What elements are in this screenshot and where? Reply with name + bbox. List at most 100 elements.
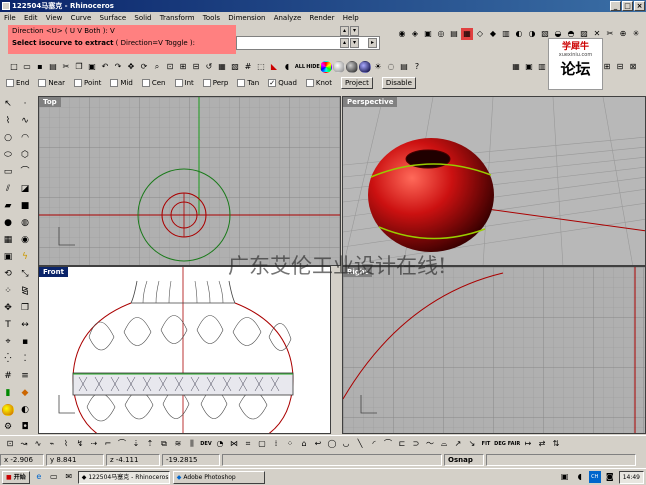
adjust-seam-icon[interactable]: ↯ [74, 438, 86, 450]
dim-tool-icon[interactable]: ↔ [19, 319, 31, 331]
insert-knot-icon[interactable]: ↗ [452, 438, 464, 450]
curve-tools-icon[interactable]: ⊡ [4, 438, 16, 450]
viewport-right[interactable]: Right [342, 266, 646, 434]
grid-tool-icon[interactable]: # [2, 370, 14, 382]
command-menu-arrow[interactable]: ▸ [368, 38, 377, 48]
match-icon[interactable]: ⌇ [60, 438, 72, 450]
layers-tool-icon[interactable]: ≡ [19, 370, 31, 382]
blend-icon[interactable]: ◆ [487, 28, 499, 40]
wave-icon[interactable]: 〜 [424, 438, 436, 450]
history-scroll-up-button[interactable]: ▴ [340, 38, 349, 48]
material-icon[interactable]: ▥ [536, 61, 548, 73]
reverse-icon[interactable]: ⇄ [536, 438, 548, 450]
intersect-icon[interactable]: ⋈ [228, 438, 240, 450]
rebuild-icon[interactable]: ⌁ [46, 438, 58, 450]
menu-surface[interactable]: Surface [100, 14, 127, 22]
select-all-button[interactable]: ALL [294, 61, 306, 73]
bars-chart-icon[interactable]: ▮ [2, 387, 14, 399]
status-layer[interactable] [222, 454, 442, 466]
hook-icon[interactable]: ⌒ [382, 438, 394, 450]
osnap-checkbox[interactable] [38, 79, 47, 87]
revolve-icon[interactable]: ◑ [526, 28, 538, 40]
menu-file[interactable]: File [4, 14, 16, 22]
points-off-icon[interactable]: ⁚ [19, 353, 31, 365]
properties-icon[interactable]: ▤ [398, 61, 410, 73]
arc-icon[interactable]: ◠ [19, 132, 31, 144]
osnap-checkbox[interactable] [237, 79, 246, 87]
menu-tools[interactable]: Tools [203, 14, 220, 22]
rectangle-icon[interactable]: ▭ [2, 166, 14, 178]
tray-network-icon[interactable]: ▣ [559, 471, 571, 483]
mirror-icon[interactable]: ⧎ [19, 285, 31, 297]
mesh-tool-icon[interactable]: ▦ [2, 234, 14, 246]
dev-button[interactable]: DEV [200, 438, 212, 450]
extrude-surface-icon[interactable]: ▰ [2, 200, 14, 212]
camera-icon[interactable]: ◘ [19, 421, 31, 433]
block-tool-icon[interactable]: ▪ [19, 336, 31, 348]
surface-corner-icon[interactable]: ◪ [19, 183, 31, 195]
contour-icon[interactable]: ≋ [172, 438, 184, 450]
minimize-button[interactable]: _ [610, 1, 621, 11]
boolean-icon[interactable]: ◍ [19, 217, 31, 229]
analyze-tool-icon[interactable]: ⌖ [2, 336, 14, 348]
chamfer-icon[interactable]: ⌐ [102, 438, 114, 450]
osnap-checkbox[interactable] [6, 79, 14, 87]
smooth-icon[interactable]: ∿ [32, 438, 44, 450]
viewport-perspective[interactable]: Perspective [342, 96, 646, 266]
osnap-perp[interactable]: Perp [202, 79, 228, 87]
loft-icon[interactable]: ▥ [500, 28, 512, 40]
open-file-icon[interactable]: ▭ [21, 61, 33, 73]
select-all-icon[interactable]: ⬚ [255, 61, 267, 73]
text-tool-icon[interactable]: T [2, 319, 14, 331]
help-icon[interactable]: ? [411, 61, 423, 73]
command-prompt[interactable]: Select isocurve to extract ( Direction=V… [12, 39, 195, 47]
menu-view[interactable]: View [46, 14, 63, 22]
remove-knot-icon[interactable]: ↘ [466, 438, 478, 450]
paste-icon[interactable]: ▣ [86, 61, 98, 73]
cut-icon[interactable]: ✂ [60, 61, 72, 73]
blend-curve-icon[interactable]: ⌒ [116, 438, 128, 450]
mesh-sphere-icon[interactable]: ◉ [19, 234, 31, 246]
tube-icon[interactable]: ◎ [435, 28, 447, 40]
menu-solid[interactable]: Solid [134, 14, 151, 22]
curve-icon[interactable]: ∿ [19, 115, 31, 127]
array-icon[interactable]: ⁘ [2, 285, 14, 297]
right-view-canvas[interactable] [343, 267, 646, 434]
fair-button[interactable]: FAIR [508, 438, 520, 450]
split-icon[interactable]: ✂ [604, 28, 616, 40]
line-tool-icon[interactable]: ╲ [354, 438, 366, 450]
isocurve-icon[interactable]: ⌗ [242, 438, 254, 450]
osnap-end[interactable]: End [6, 79, 29, 87]
edit-points-icon[interactable]: ↝ [18, 438, 30, 450]
silhouette-icon[interactable]: ◔ [214, 438, 226, 450]
explode-icon[interactable]: ✳ [630, 28, 642, 40]
pan-icon[interactable]: ✥ [125, 61, 137, 73]
point-icon[interactable]: · [19, 98, 31, 110]
close-curve-icon[interactable]: ◯ [326, 438, 338, 450]
shade-icon[interactable]: ◖ [281, 61, 293, 73]
fillet-tool-icon[interactable]: ⌓ [438, 438, 450, 450]
quick-launch-desktop-icon[interactable]: ▭ [48, 471, 60, 483]
ellipse-icon[interactable]: ⬭ [2, 149, 14, 161]
maximize-button[interactable]: □ [622, 1, 633, 11]
cylinder-icon[interactable]: ◉ [396, 28, 408, 40]
viewport-front[interactable]: Front [38, 266, 331, 434]
taskbar-photoshop[interactable]: ◆ Adobe Photoshop [172, 470, 265, 484]
environment-icon[interactable]: ◐ [19, 404, 31, 416]
duplicate-edge-icon[interactable]: ⧉ [158, 438, 170, 450]
render-ball-icon[interactable] [2, 404, 14, 416]
polyline-icon[interactable]: ⌇ [2, 115, 14, 127]
extrude-icon[interactable]: ▤ [448, 28, 460, 40]
osnap-project-button[interactable]: Project [340, 77, 373, 89]
section-icon[interactable]: ⫼ [186, 438, 198, 450]
menu-transform[interactable]: Transform [160, 14, 195, 22]
osnap-knot[interactable]: Knot [305, 79, 332, 87]
simplify-icon[interactable]: ↦ [522, 438, 534, 450]
lock-icon[interactable]: ⊠ [627, 61, 639, 73]
mesh-icon[interactable]: ▦ [510, 61, 522, 73]
lightning-icon[interactable]: ϟ [19, 251, 31, 263]
render-icon[interactable]: ▣ [523, 61, 535, 73]
zoom-extents-icon[interactable]: ⊞ [177, 61, 189, 73]
car-icon[interactable]: ◣ [268, 61, 280, 73]
taskbar-rhinoceros[interactable]: ◆ 122504马塞克 - Rhinoceros [77, 470, 170, 484]
